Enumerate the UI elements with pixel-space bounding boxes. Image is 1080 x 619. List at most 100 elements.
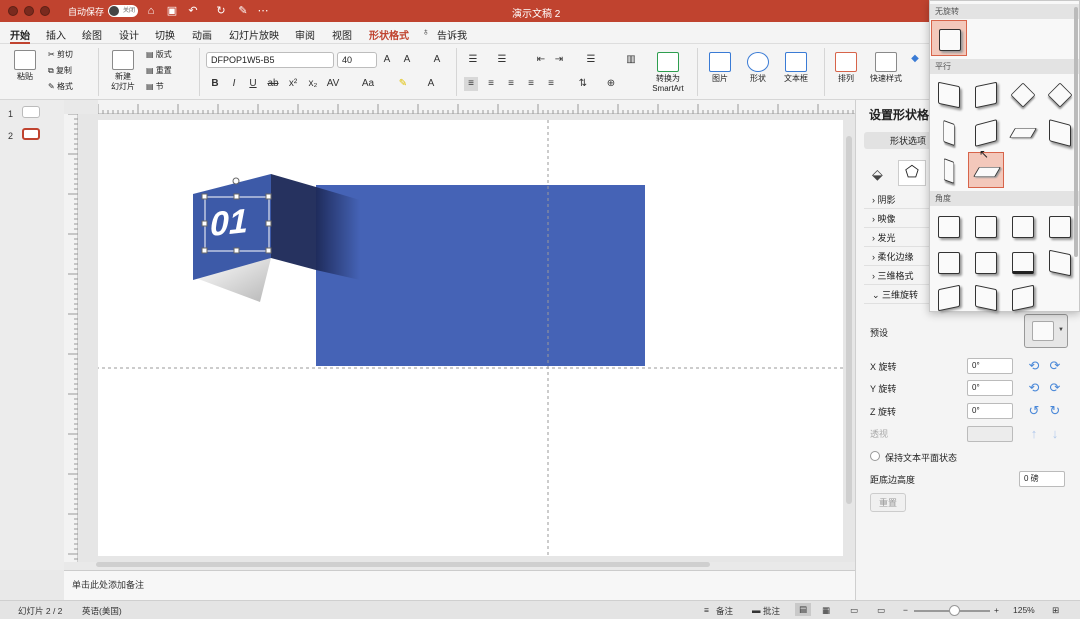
dark-panel[interactable] <box>271 174 316 270</box>
picture-button[interactable]: 图片 <box>704 52 736 84</box>
rotate-ccw-icon[interactable]: ↺ <box>1026 403 1042 419</box>
preset-angle-10[interactable] <box>968 279 1004 315</box>
subscript-icon[interactable]: x₂ <box>306 77 320 91</box>
quick-style-button[interactable]: 快速样式 <box>866 52 906 84</box>
section-button[interactable]: ▤ 节 <box>146 82 164 92</box>
notes-toggle[interactable]: 备注 <box>716 605 733 617</box>
preset-parallel-8[interactable] <box>1042 114 1078 150</box>
zoom-slider-thumb[interactable] <box>949 605 960 616</box>
preset-angle-4[interactable] <box>1042 208 1078 244</box>
shape-button[interactable]: 形状 <box>742 52 774 84</box>
vertical-scrollbar[interactable] <box>846 136 852 504</box>
strikethrough-icon[interactable]: ab <box>266 77 280 91</box>
columns-icon[interactable]: ▥ <box>624 53 638 67</box>
italic-icon[interactable]: I <box>227 77 241 91</box>
bullets-icon[interactable]: ☰ <box>466 53 480 67</box>
clear-format-icon[interactable]: A <box>430 53 444 67</box>
format-painter-button[interactable]: ✎ 格式 <box>48 82 73 92</box>
preset-angle-3[interactable] <box>1005 208 1041 244</box>
zoom-out-icon[interactable]: − <box>903 605 908 615</box>
home-icon[interactable]: ⌂ <box>144 4 158 18</box>
horizontal-scrollbar[interactable] <box>96 562 710 567</box>
zoom-in-icon[interactable]: + <box>994 605 999 615</box>
preset-parallel-5[interactable] <box>931 114 967 150</box>
more-icon[interactable]: ⋯ <box>256 4 270 18</box>
sorter-view-icon[interactable]: ▦ <box>822 605 830 616</box>
line-spacing-icon[interactable]: ☰ <box>584 53 598 67</box>
preset-dropdown[interactable]: ▼ <box>1024 314 1068 348</box>
smartart-button[interactable]: 转换为 SmartArt <box>646 52 690 94</box>
preset-parallel-3[interactable] <box>1005 76 1041 112</box>
highlight-icon[interactable]: ✎ <box>396 77 410 91</box>
tab-view[interactable]: 视图 <box>332 27 352 42</box>
redo-icon[interactable]: ↻ <box>214 4 228 18</box>
align-text-icon[interactable]: ⊕ <box>604 77 618 91</box>
tab-shape-format[interactable]: 形状格式 <box>369 27 409 42</box>
grow-font-icon[interactable]: A <box>380 53 394 67</box>
rotate-cw-icon[interactable]: ↻ <box>1047 403 1063 419</box>
rotate-left-icon[interactable]: ⟲ <box>1026 358 1042 374</box>
arrange-button[interactable]: 排列 <box>830 52 862 84</box>
preset-angle-5[interactable] <box>931 244 967 280</box>
text-direction-icon[interactable]: ⇅ <box>576 77 590 91</box>
effects-pentagon-icon[interactable]: ⬠ <box>898 160 926 186</box>
tab-review[interactable]: 审阅 <box>295 27 315 42</box>
undo-icon[interactable]: ↶ <box>186 4 200 18</box>
tab-tell-me[interactable]: 告诉我 <box>437 27 467 42</box>
preset-angle-6[interactable] <box>968 244 1004 280</box>
blue-rectangle[interactable] <box>316 185 645 366</box>
rotate-handle[interactable] <box>232 177 240 185</box>
textbox-button[interactable]: 文本框 <box>780 52 812 84</box>
align-left-icon[interactable]: ≡ <box>464 77 478 91</box>
distance-input[interactable]: 0 磅 <box>1019 471 1065 487</box>
preset-parallel-4[interactable] <box>1042 76 1078 112</box>
preset-parallel-6[interactable] <box>968 114 1004 150</box>
align-center-icon[interactable]: ≡ <box>484 77 498 91</box>
comments-toggle[interactable]: 批注 <box>763 605 780 617</box>
fit-slide-icon[interactable]: ⊞ <box>1052 605 1059 616</box>
zoom-level[interactable]: 125% <box>1013 605 1035 615</box>
justify-icon[interactable]: ≡ <box>524 77 538 91</box>
close-window-button[interactable] <box>8 6 18 16</box>
keep-text-flat-checkbox[interactable] <box>870 451 880 461</box>
font-name-field[interactable]: DFPOP1W5-B5 <box>206 52 334 68</box>
gallery-scrollbar[interactable] <box>1074 7 1078 257</box>
preset-no-rotation[interactable] <box>931 20 967 56</box>
language-indicator[interactable]: 英语(美国) <box>82 605 122 617</box>
tab-slideshow[interactable]: 幻灯片放映 <box>229 27 279 42</box>
numbering-icon[interactable]: ☰ <box>495 53 509 67</box>
normal-view-icon[interactable]: ▤ <box>795 603 812 616</box>
superscript-icon[interactable]: x² <box>286 77 300 91</box>
slide[interactable]: 01 <box>98 120 843 556</box>
slide-thumbnail-1[interactable] <box>22 106 40 118</box>
preset-parallel-9[interactable] <box>931 152 967 188</box>
tab-draw[interactable]: 绘图 <box>82 27 102 42</box>
tab-transitions[interactable]: 切换 <box>155 27 175 42</box>
reset-button[interactable]: 重置 <box>870 493 907 512</box>
perspective-input[interactable] <box>967 426 1013 442</box>
bold-icon[interactable]: B <box>208 77 222 91</box>
char-spacing-icon[interactable]: AV <box>326 77 340 91</box>
increase-indent-icon[interactable]: ⇥ <box>552 53 566 67</box>
slide-thumbnail-2[interactable] <box>22 128 40 140</box>
rotate-down-icon[interactable]: ⟳ <box>1047 380 1063 396</box>
tab-insert[interactable]: 插入 <box>46 27 66 42</box>
z-rotation-input[interactable]: 0° <box>967 403 1013 419</box>
fill-line-icon[interactable]: ⬙ <box>872 166 883 183</box>
preset-angle-11[interactable] <box>1005 279 1041 315</box>
shrink-font-icon[interactable]: A <box>400 53 414 67</box>
preset-parallel-1[interactable] <box>931 76 967 112</box>
distributed-icon[interactable]: ≡ <box>544 77 558 91</box>
slide-number-text[interactable]: 01 <box>210 202 248 245</box>
tab-design[interactable]: 设计 <box>119 27 139 42</box>
slideshow-view-icon[interactable]: ▭ <box>877 605 885 616</box>
preset-parallel-7[interactable] <box>1005 114 1041 150</box>
cut-button[interactable]: ✂ 剪切 <box>48 50 73 60</box>
preset-parallel-2[interactable] <box>968 76 1004 112</box>
align-right-icon[interactable]: ≡ <box>504 77 518 91</box>
font-color-icon[interactable]: A <box>424 77 438 91</box>
notes-icon[interactable]: ≡ <box>704 605 709 615</box>
preset-angle-8[interactable] <box>1042 244 1078 280</box>
preset-angle-7[interactable] <box>1005 244 1041 280</box>
preset-angle-1[interactable] <box>931 208 967 244</box>
